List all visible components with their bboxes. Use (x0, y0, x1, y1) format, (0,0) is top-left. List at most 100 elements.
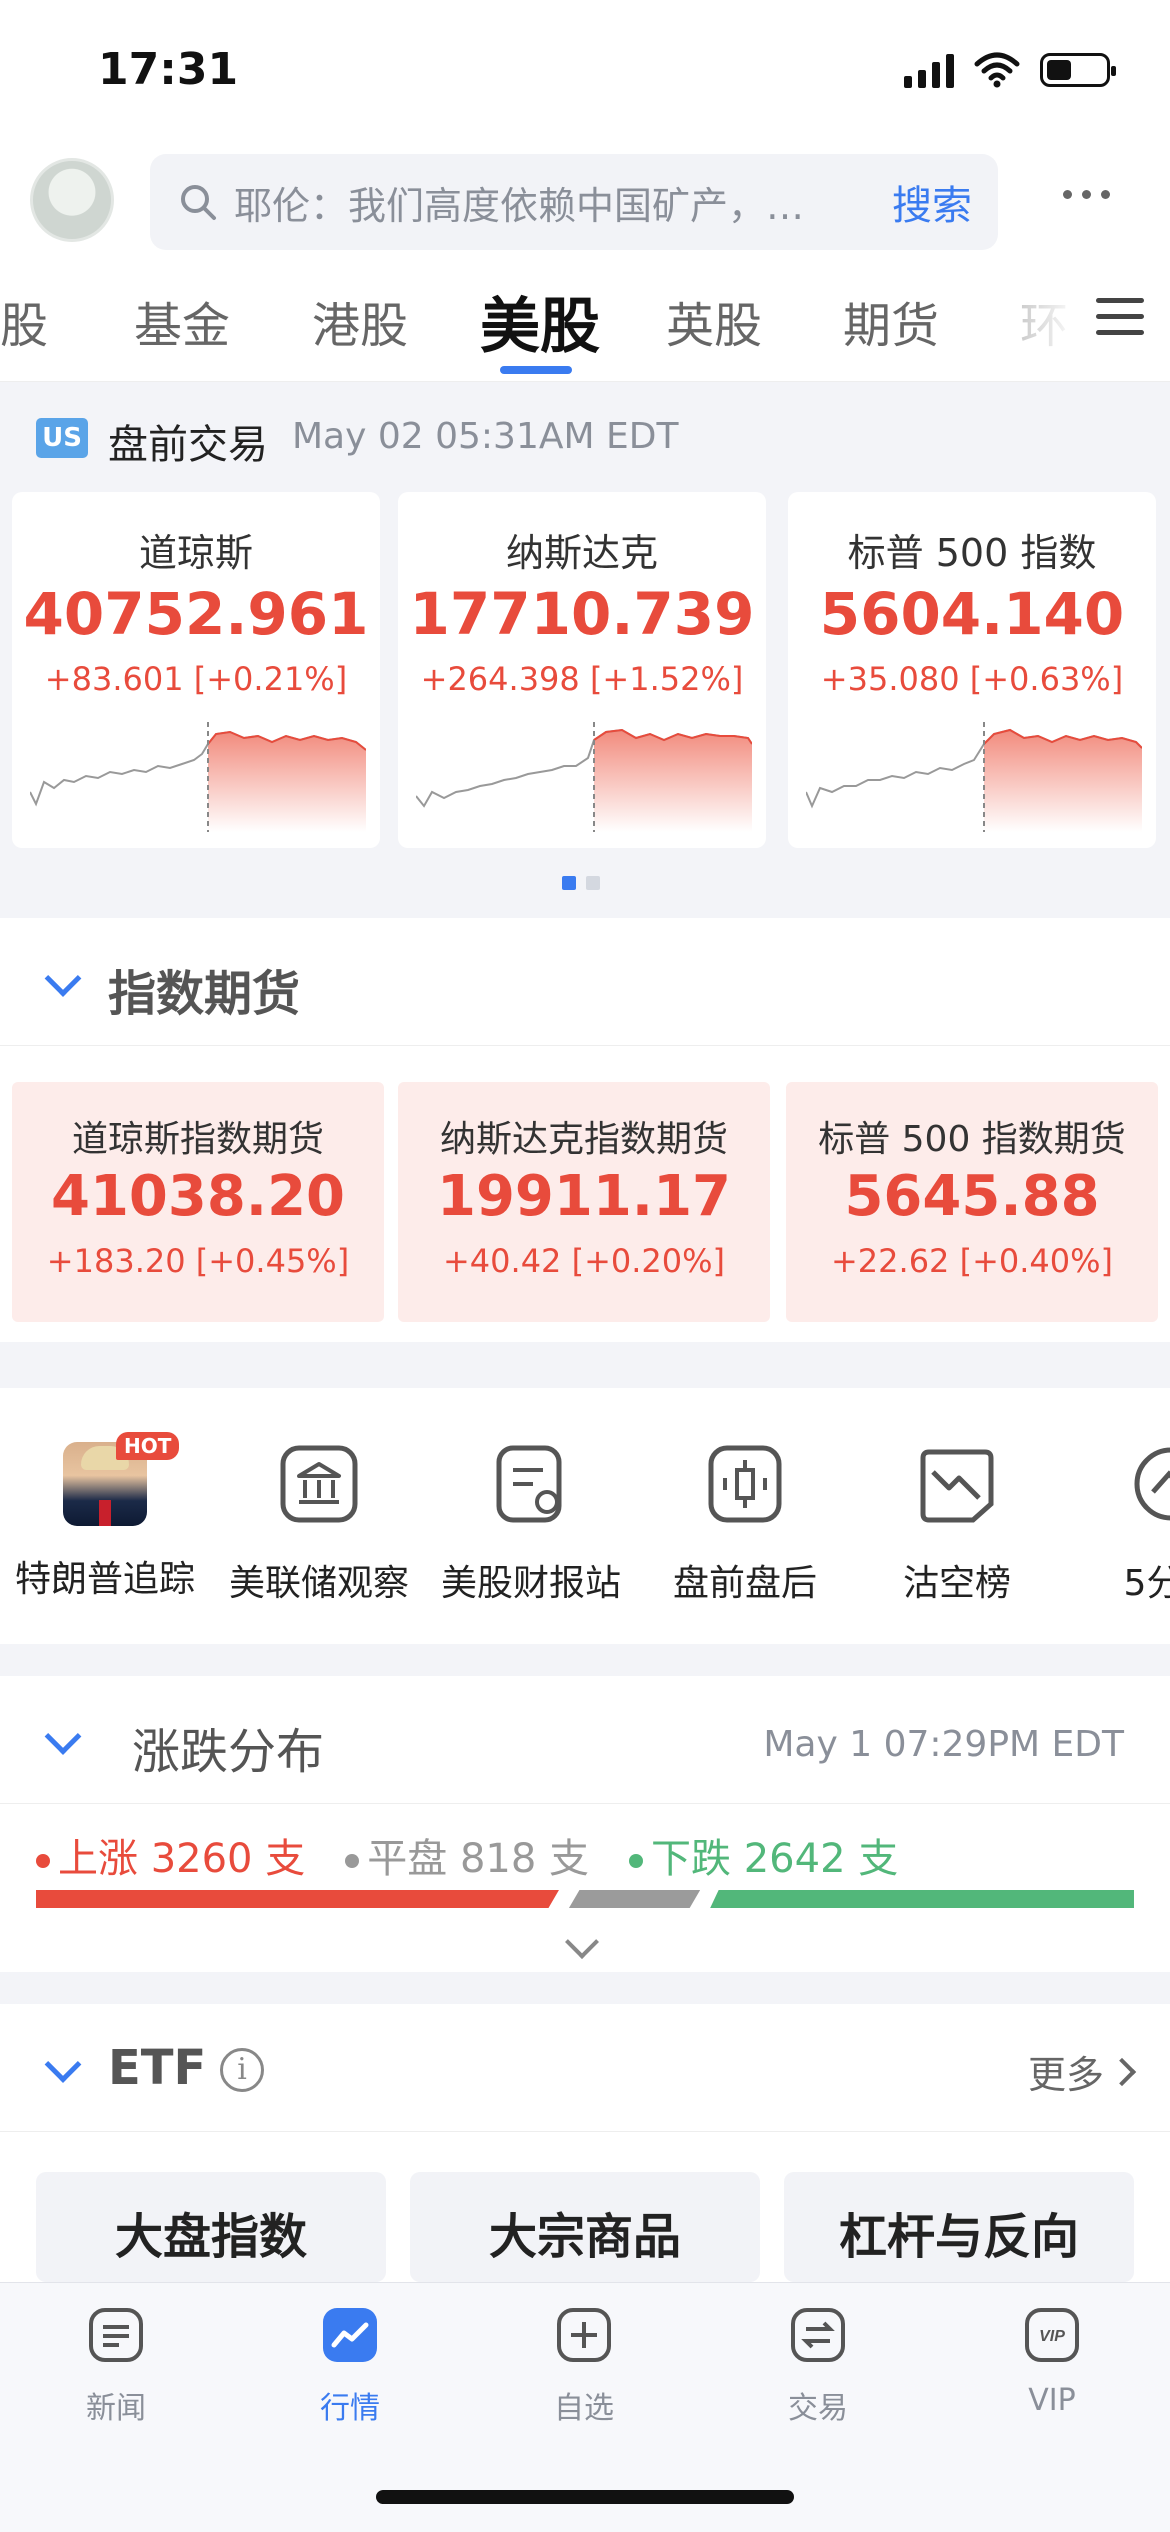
search-row: 耶伦：我们高度依赖中国矿产，… 搜索 (0, 140, 1170, 270)
status-bar: 17:31 (0, 0, 1170, 140)
futures-value: 41038.20 (50, 1164, 346, 1229)
avatar[interactable] (30, 158, 114, 242)
etf-tile-commodities[interactable]: 大宗商品 (410, 2172, 760, 2282)
news-icon (89, 2308, 143, 2362)
futures-name: 标普 500 指数期货 (818, 1119, 1126, 1160)
watchlist-add-icon (557, 2308, 611, 2362)
search-button[interactable]: 搜索 (892, 173, 972, 231)
report-icon (496, 1445, 562, 1523)
futures-header[interactable]: 指数期货 (0, 918, 1170, 1046)
index-name: 标普 500 指数 (847, 531, 1097, 575)
futures-name: 纳斯达克指数期货 (439, 1119, 728, 1160)
distribution-body: 上涨 3260 支 平盘 818 支 下跌 2642 支 (0, 1804, 1170, 1972)
futures-name: 道琼斯指数期货 (71, 1119, 324, 1160)
futures-card-nasdaq[interactable]: 纳斯达克指数期货 19911.17 +40.42 [+0.20%] (398, 1082, 770, 1322)
index-change: +264.398 [+1.52%] (420, 660, 744, 698)
index-value: 5604.140 (819, 580, 1125, 648)
distribution-bar (36, 1890, 1134, 1908)
index-value: 17710.739 (409, 580, 755, 648)
trade-icon (791, 2308, 845, 2362)
futures-value: 19911.17 (436, 1164, 732, 1229)
futures-change: +183.20 [+0.45%] (46, 1242, 350, 1280)
chevron-right-icon (1107, 2057, 1137, 2086)
chevron-down-icon (44, 1718, 82, 1755)
tool-earnings[interactable]: 美股财报站 (426, 1442, 636, 1606)
tab-us-stocks[interactable]: 美股 (480, 278, 600, 365)
tool-trump-tracker[interactable]: 特朗普追踪 (0, 1442, 210, 1602)
premarket-title: 盘前交易 (108, 422, 268, 468)
flat-count: 平盘 818 支 (345, 1826, 589, 1884)
premarket-time: May 02 05:31AM EDT (292, 416, 679, 457)
futures-section: 道琼斯指数期货 41038.20 +183.20 [+0.45%] 纳斯达克指数… (0, 1046, 1170, 1342)
etf-header[interactable]: ETF i 更多 (0, 2004, 1170, 2132)
futures-card-sp500[interactable]: 标普 500 指数期货 5645.88 +22.62 [+0.40%] (786, 1082, 1158, 1322)
section-title: 涨跌分布 (132, 1724, 325, 1780)
bank-icon (280, 1445, 358, 1523)
market-tabs: 股 基金 港股 美股 英股 期货 环 (0, 270, 1170, 382)
etf-tile-leveraged[interactable]: 杠杆与反向 (784, 2172, 1134, 2282)
active-tab-indicator (500, 366, 572, 374)
candlestick-icon (708, 1445, 782, 1523)
tab-funds[interactable]: 基金 (134, 286, 230, 356)
nav-market[interactable]: 行情 (270, 2305, 430, 2427)
wifi-icon (974, 52, 1020, 88)
speed-icon (1134, 1447, 1170, 1521)
status-icons (904, 52, 1116, 88)
distribution-legend: 上涨 3260 支 平盘 818 支 下跌 2642 支 (36, 1826, 898, 1884)
premarket-section: US 盘前交易 May 02 05:31AM EDT 道琼斯 40752.961… (0, 382, 1170, 918)
tab-uk-stocks[interactable]: 英股 (666, 286, 762, 356)
up-count: 上涨 3260 支 (36, 1826, 305, 1884)
nav-vip[interactable]: VIP VIP (972, 2305, 1132, 2418)
info-icon[interactable]: i (220, 2048, 264, 2092)
index-sparkline (30, 722, 366, 832)
section-title: ETF (108, 2040, 207, 2096)
index-card-sp500[interactable]: 标普 500 指数 5604.140 +35.080 [+0.63%] (788, 492, 1156, 848)
futures-change: +22.62 [+0.40%] (830, 1242, 1114, 1280)
futures-change: +40.42 [+0.20%] (442, 1242, 726, 1280)
nav-trade[interactable]: 交易 (738, 2305, 898, 2427)
down-count: 下跌 2642 支 (629, 1826, 898, 1884)
section-title: 指数期货 (108, 966, 301, 1022)
cellular-signal-icon (904, 52, 954, 88)
index-change: +83.601 [+0.21%] (44, 660, 348, 698)
index-change: +35.080 [+0.63%] (820, 660, 1124, 698)
index-name: 道琼斯 (138, 531, 253, 575)
down-bar (710, 1890, 1134, 1908)
nav-news[interactable]: 新闻 (36, 2305, 196, 2427)
etf-tile-broad-index[interactable]: 大盘指数 (36, 2172, 386, 2282)
tab-futures[interactable]: 期货 (843, 286, 939, 356)
menu-icon[interactable] (1096, 298, 1144, 335)
search-input[interactable]: 耶伦：我们高度依赖中国矿产，… 搜索 (150, 154, 998, 250)
more-icon[interactable] (1063, 190, 1110, 199)
futures-value: 5645.88 (844, 1164, 1100, 1229)
tool-pre-after-market[interactable]: 盘前盘后 (640, 1442, 850, 1606)
futures-card-dow[interactable]: 道琼斯指数期货 41038.20 +183.20 [+0.45%] (12, 1082, 384, 1322)
expand-chevron-icon[interactable] (565, 1925, 599, 1959)
home-indicator (376, 2490, 794, 2504)
tool-fed-watch[interactable]: 美联储观察 (214, 1442, 424, 1606)
chevron-down-icon (44, 2046, 82, 2083)
hot-badge: HOT (116, 1432, 180, 1460)
nav-watchlist[interactable]: 自选 (504, 2305, 664, 2427)
index-card-nasdaq[interactable]: 纳斯达克 17710.739 +264.398 [+1.52%] (398, 492, 766, 848)
more-link[interactable]: 更多 (1028, 2044, 1137, 2099)
status-time: 17:31 (98, 44, 239, 95)
search-icon (181, 185, 216, 220)
index-sparkline (806, 722, 1142, 832)
vip-icon: VIP (1025, 2308, 1079, 2362)
tool-short-list[interactable]: 沽空榜 (852, 1442, 1062, 1606)
tool-5min[interactable]: 5分钟 (1066, 1442, 1170, 1606)
tab-a-shares[interactable]: 股 (0, 286, 48, 356)
index-card-dow[interactable]: 道琼斯 40752.961 +83.601 [+0.21%] (12, 492, 380, 848)
market-icon (323, 2308, 377, 2362)
distribution-header[interactable]: 涨跌分布 May 1 07:29PM EDT (0, 1676, 1170, 1804)
tab-hk-stocks[interactable]: 港股 (312, 286, 408, 356)
battery-icon (1040, 53, 1116, 87)
us-market-badge: US (36, 418, 88, 458)
short-chart-icon (920, 1449, 994, 1523)
search-placeholder: 耶伦：我们高度依赖中国矿产，… (234, 183, 805, 228)
carousel-indicator (562, 876, 600, 890)
svg-text:VIP: VIP (1039, 2328, 1065, 2345)
etf-body: 大盘指数 大宗商品 杠杆与反向 (0, 2132, 1170, 2282)
tools-row: 特朗普追踪 HOT 美联储观察 美股财报站 盘前盘后 沽空榜 5分 (0, 1388, 1170, 1644)
